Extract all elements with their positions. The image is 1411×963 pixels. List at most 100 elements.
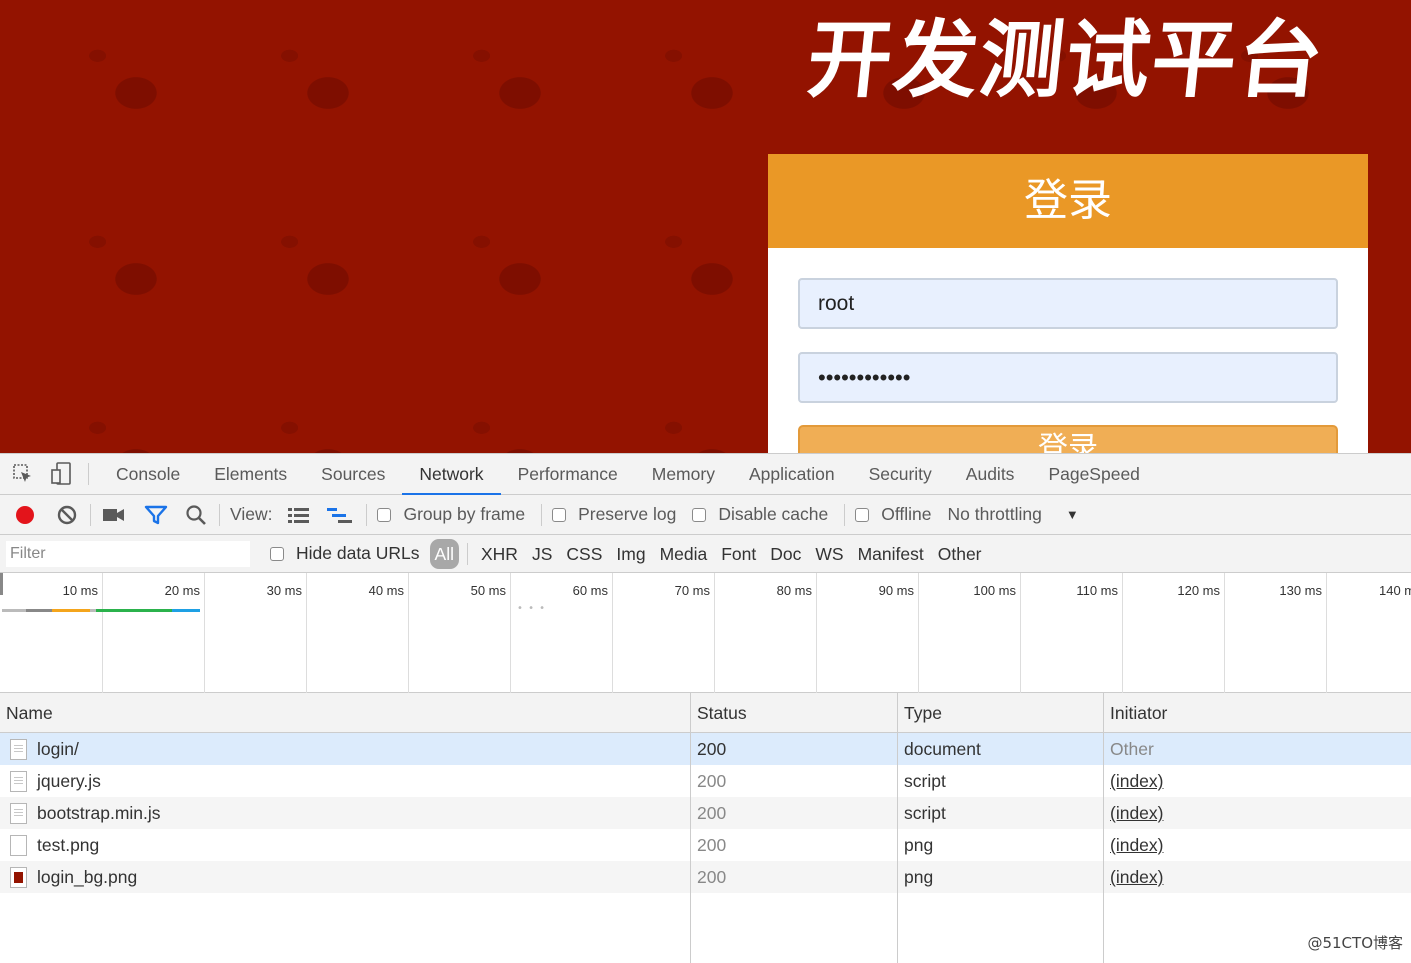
overview-waterfall-icon[interactable] — [326, 502, 352, 528]
table-row[interactable]: login_bg.png 200 png (index) — [0, 861, 1411, 893]
clear-icon[interactable] — [54, 502, 80, 528]
capture-screenshots-icon[interactable] — [101, 502, 127, 528]
type-filter-ws[interactable]: WS — [808, 539, 850, 569]
document-file-icon — [10, 739, 27, 760]
timeline-tick: 100 ms — [919, 573, 1021, 693]
timeline-tick: 110 ms — [1021, 573, 1123, 693]
script-file-icon — [10, 771, 27, 792]
password-field[interactable]: •••••••••••• — [798, 352, 1338, 403]
table-row[interactable]: jquery.js 200 script (index) — [0, 765, 1411, 797]
request-name: bootstrap.min.js — [37, 797, 161, 829]
table-row[interactable]: test.png 200 png (index) — [0, 829, 1411, 861]
search-icon[interactable] — [183, 502, 209, 528]
throttling-select[interactable]: No throttling ▼ — [948, 504, 1079, 525]
column-header-status[interactable]: Status — [691, 693, 898, 733]
tab-pagespeed[interactable]: PageSpeed — [1031, 454, 1156, 495]
hide-data-urls-label: Hide data URLs — [296, 543, 420, 564]
request-status: 200 — [691, 765, 898, 797]
type-filter-xhr[interactable]: XHR — [474, 539, 525, 569]
tab-performance[interactable]: Performance — [501, 454, 635, 495]
request-type: script — [898, 765, 1104, 797]
offline-checkbox[interactable]: Offline — [855, 504, 931, 525]
large-request-rows-icon[interactable] — [286, 502, 312, 528]
request-status: 200 — [691, 733, 898, 765]
disable-cache-checkbox[interactable]: Disable cache — [692, 504, 828, 525]
timeline-tick: 140 ms — [1327, 573, 1411, 693]
type-filter-font[interactable]: Font — [714, 539, 763, 569]
timeline-tick: 70 ms — [613, 573, 715, 693]
record-icon[interactable] — [12, 502, 38, 528]
view-label: View: — [230, 504, 272, 525]
tab-audits[interactable]: Audits — [949, 454, 1032, 495]
request-initiator-link[interactable]: (index) — [1110, 867, 1164, 887]
login-header: 登录 — [768, 154, 1368, 248]
request-initiator-link[interactable]: (index) — [1110, 835, 1164, 855]
checkbox-box[interactable] — [692, 508, 706, 522]
request-status: 200 — [691, 861, 898, 893]
checkbox-box[interactable] — [552, 508, 566, 522]
request-initiator: Other — [1104, 733, 1411, 765]
select-element-icon[interactable] — [10, 461, 36, 487]
username-field[interactable]: root — [798, 278, 1338, 329]
checkbox-box[interactable] — [855, 508, 869, 522]
waterfall-bar — [172, 609, 200, 612]
column-divider — [897, 893, 898, 963]
preserve-log-checkbox[interactable]: Preserve log — [552, 504, 676, 525]
type-filter-other[interactable]: Other — [931, 539, 989, 569]
timeline-tick: 60 ms — [511, 573, 613, 693]
request-initiator-link[interactable]: (index) — [1110, 771, 1164, 791]
column-header-type[interactable]: Type — [898, 693, 1104, 733]
type-filter-media[interactable]: Media — [653, 539, 715, 569]
tab-security[interactable]: Security — [852, 454, 949, 495]
column-header-initiator[interactable]: Initiator — [1104, 693, 1411, 733]
table-row[interactable]: login/ 200 document Other — [0, 733, 1411, 765]
devtools-panel: Console Elements Sources Network Perform… — [0, 453, 1411, 961]
hide-data-urls-checkbox[interactable]: Hide data URLs — [270, 543, 420, 564]
type-filter-img[interactable]: Img — [609, 539, 652, 569]
filter-icon[interactable] — [143, 502, 169, 528]
timeline-handle[interactable] — [0, 573, 3, 595]
table-row[interactable]: bootstrap.min.js 200 script (index) — [0, 797, 1411, 829]
column-divider — [690, 893, 691, 963]
request-type: document — [898, 733, 1104, 765]
group-by-frame-label: Group by frame — [403, 504, 525, 525]
tab-sources[interactable]: Sources — [304, 454, 402, 495]
request-status: 200 — [691, 829, 898, 861]
group-by-frame-checkbox[interactable]: Group by frame — [377, 504, 525, 525]
throttling-value: No throttling — [948, 504, 1042, 525]
filter-input[interactable]: Filter — [6, 541, 250, 567]
type-filter-css[interactable]: CSS — [559, 539, 609, 569]
request-type: script — [898, 797, 1104, 829]
login-submit-button[interactable]: 登录 — [798, 425, 1338, 453]
column-header-name[interactable]: Name — [0, 693, 691, 733]
request-name: test.png — [37, 829, 99, 861]
timeline-tick: 20 ms — [103, 573, 205, 693]
checkbox-box[interactable] — [270, 547, 284, 561]
preserve-log-label: Preserve log — [578, 504, 676, 525]
device-toolbar-icon[interactable] — [48, 461, 74, 487]
timeline-marker: • • • — [517, 603, 546, 614]
devtools-tabbar: Console Elements Sources Network Perform… — [0, 454, 1411, 495]
network-filterbar: Filter Hide data URLs All XHR JS CSS Img… — [0, 535, 1411, 573]
type-filter-manifest[interactable]: Manifest — [851, 539, 931, 569]
waterfall-bar — [26, 609, 52, 612]
timeline-tick: 120 ms — [1123, 573, 1225, 693]
request-type: png — [898, 829, 1104, 861]
script-file-icon — [10, 803, 27, 824]
type-filter-doc[interactable]: Doc — [763, 539, 808, 569]
tab-application[interactable]: Application — [732, 454, 852, 495]
tab-memory[interactable]: Memory — [635, 454, 732, 495]
tab-network[interactable]: Network — [402, 454, 500, 495]
waterfall-bar — [2, 609, 26, 612]
network-overview-timeline[interactable]: 10 ms 20 ms 30 ms 40 ms 50 ms 60 ms 70 m… — [0, 573, 1411, 693]
tab-console[interactable]: Console — [99, 454, 197, 495]
type-filter-js[interactable]: JS — [525, 539, 559, 569]
image-thumbnail-icon — [10, 867, 27, 888]
type-filter-all[interactable]: All — [430, 539, 459, 569]
waterfall-bar — [52, 609, 90, 612]
page-viewport: 开发测试平台 登录 root •••••••••••• 登录 — [0, 0, 1411, 453]
request-initiator-link[interactable]: (index) — [1110, 803, 1164, 823]
tab-elements[interactable]: Elements — [197, 454, 304, 495]
checkbox-box[interactable] — [377, 508, 391, 522]
chevron-down-icon: ▼ — [1066, 507, 1079, 522]
